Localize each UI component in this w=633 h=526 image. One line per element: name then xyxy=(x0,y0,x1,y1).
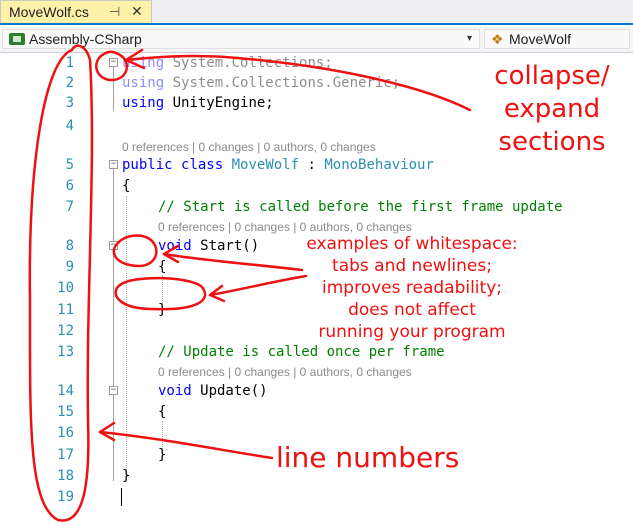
whitespace-annotation-line: improves readability; xyxy=(322,278,502,298)
line-numbers-arrow xyxy=(98,430,274,460)
whitespace-annotation-line: does not affect xyxy=(348,300,476,320)
whitespace-annotation-line: examples of whitespace: xyxy=(306,234,518,254)
collapse-annotation-line: expand xyxy=(503,94,601,124)
line-numbers-circle xyxy=(28,44,94,522)
collapse-box-circle xyxy=(95,50,129,82)
blank-line-circle xyxy=(114,276,207,311)
start-whitespace-circle xyxy=(112,234,158,268)
whitespace-annotation-line: tabs and newlines; xyxy=(332,256,492,276)
whitespace-annotation-line: running your program xyxy=(318,322,506,342)
line-numbers-annotation: line numbers xyxy=(276,441,460,474)
whitespace-arrow-upper xyxy=(162,252,304,272)
collapse-annotation: collapse/ expand sections xyxy=(472,60,632,159)
collapse-annotation-line: sections xyxy=(498,127,606,157)
collapse-arrow xyxy=(124,54,472,112)
whitespace-annotation: examples of whitespace: tabs and newline… xyxy=(286,233,538,343)
collapse-annotation-line: collapse/ xyxy=(494,61,610,91)
